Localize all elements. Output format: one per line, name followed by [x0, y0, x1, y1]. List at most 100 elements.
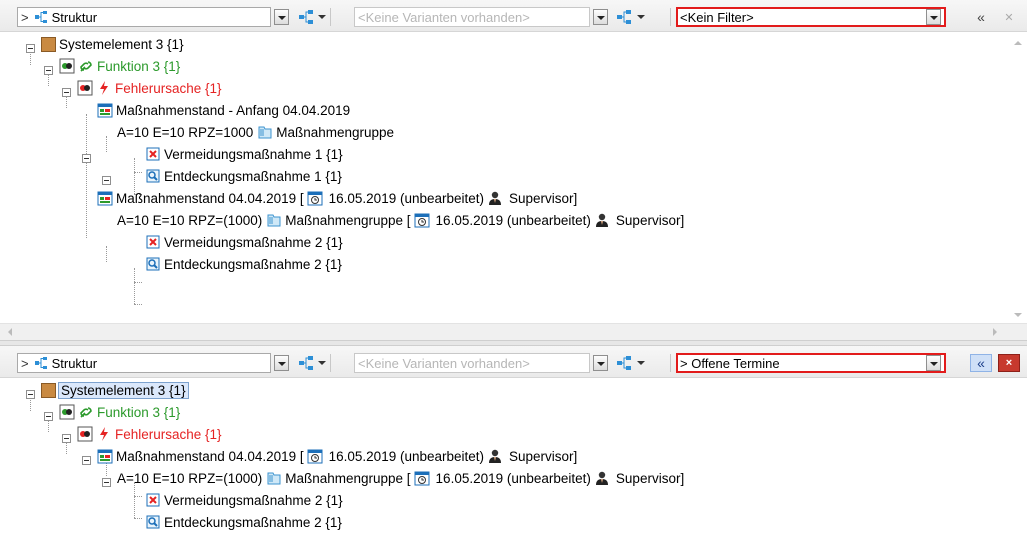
collapse-node-button[interactable]: [102, 176, 111, 185]
collapse-node-button[interactable]: [62, 434, 71, 443]
node-label: Funktion 3 {1}: [97, 58, 181, 74]
variant-label: <Keine Varianten vorhanden>: [358, 355, 530, 371]
variant-dropdown-button[interactable]: [593, 355, 608, 371]
calendar-icon: [97, 191, 113, 206]
chevron-down-icon[interactable]: [318, 361, 326, 365]
tree-node-measure-group[interactable]: A=10 E=10 RPZ=(1000) Maßnahmengruppe [ 1…: [117, 209, 684, 231]
variant-dropdown-button[interactable]: [593, 9, 608, 25]
function-link-icon: [80, 407, 92, 418]
collapse-node-button[interactable]: [82, 456, 91, 465]
collapse-button[interactable]: «: [970, 8, 992, 26]
node-label: Maßnahmenstand 04.04.2019 [: [116, 190, 304, 206]
tree-node-prevention[interactable]: Vermeidungsmaßnahme 2 {1}: [145, 231, 343, 253]
tree-node-system-element[interactable]: Systemelement 3 {1}: [41, 33, 184, 55]
prevention-x-icon: [146, 493, 160, 507]
tree-node-cause[interactable]: Fehlerursache {1}: [77, 77, 222, 99]
filter-dropdown-button[interactable]: [926, 355, 941, 371]
view-dropdown-button[interactable]: [274, 9, 289, 25]
scroll-right-arrow-icon[interactable]: [993, 328, 997, 336]
user-icon: [489, 449, 502, 463]
folder-icon: [267, 214, 281, 227]
calendar-clock-icon: [414, 213, 430, 228]
variant-combo[interactable]: <Keine Varianten vorhanden>: [354, 353, 590, 373]
lightning-icon: [100, 81, 108, 95]
detection-magnifier-icon: [146, 169, 160, 183]
prevention-x-icon: [146, 235, 160, 249]
node-label: Systemelement 3 {1}: [59, 36, 184, 52]
collapse-node-button[interactable]: [44, 66, 53, 75]
tree-node-measure-state[interactable]: Maßnahmenstand - Anfang 04.04.2019: [97, 99, 350, 121]
horizontal-scrollbar[interactable]: [0, 323, 1027, 340]
vertical-scrollbar[interactable]: [1010, 33, 1027, 323]
tree-node-prevention[interactable]: Vermeidungsmaßnahme 2 {1}: [145, 489, 343, 511]
tree-structure-icon[interactable]: [616, 9, 632, 25]
toolbar-separator: [330, 8, 331, 26]
node-label: Funktion 3 {1}: [97, 404, 181, 420]
filter-combo[interactable]: > Offene Termine: [676, 353, 946, 373]
node-label: Vermeidungsmaßnahme 1 {1}: [164, 146, 343, 162]
lightning-icon: [100, 427, 108, 441]
tree-node-detection[interactable]: Entdeckungsmaßnahme 1 {1}: [145, 165, 342, 187]
variant-combo[interactable]: <Keine Varianten vorhanden>: [354, 7, 590, 27]
collapse-node-button[interactable]: [62, 88, 71, 97]
user-label: Supervisor]: [509, 190, 578, 206]
collapse-node-button[interactable]: [26, 390, 35, 399]
function-link-icon: [80, 61, 92, 72]
chevron-down-icon[interactable]: [637, 15, 645, 19]
tree-node-measure-state[interactable]: Maßnahmenstand 04.04.2019 [ 16.05.2019 (…: [97, 187, 577, 209]
user-icon: [595, 471, 608, 485]
detection-magnifier-icon: [146, 515, 160, 529]
top-toolbar: > Struktur <Keine Varianten vorhanden> <…: [0, 0, 1027, 32]
collapse-node-button[interactable]: [102, 478, 111, 487]
tree-node-function[interactable]: Funktion 3 {1}: [59, 55, 180, 77]
tree-node-detection[interactable]: Entdeckungsmaßnahme 2 {1}: [145, 253, 342, 275]
node-label: A=10 E=10 RPZ=(1000): [117, 470, 263, 486]
user-icon: [489, 191, 502, 205]
tree-node-measure-group[interactable]: A=10 E=10 RPZ=1000 Maßnahmengruppe: [117, 121, 394, 143]
node-label: Entdeckungsmaßnahme 1 {1}: [164, 168, 342, 184]
tree-node-detection[interactable]: Entdeckungsmaßnahme 2 {1}: [145, 511, 342, 533]
tree-node-cause[interactable]: Fehlerursache {1}: [77, 423, 222, 445]
variant-label: <Keine Varianten vorhanden>: [358, 9, 530, 25]
filter-dropdown-button[interactable]: [926, 9, 941, 25]
scroll-left-arrow-icon[interactable]: [8, 328, 12, 336]
view-combo[interactable]: > Struktur: [17, 353, 271, 373]
filter-label: > Offene Termine: [680, 355, 780, 371]
calendar-icon: [97, 103, 113, 118]
collapse-node-button[interactable]: [26, 44, 35, 53]
tree-node-function[interactable]: Funktion 3 {1}: [59, 401, 180, 423]
node-label: Maßnahmenstand 04.04.2019 [: [116, 448, 304, 464]
node-label: Entdeckungsmaßnahme 2 {1}: [164, 256, 342, 272]
node-label: Entdeckungsmaßnahme 2 {1}: [164, 514, 342, 530]
tree-node-system-element[interactable]: Systemelement 3 {1}: [41, 379, 189, 401]
date-label: 16.05.2019 (unbearbeitet): [328, 190, 485, 206]
bottom-toolbar: > Struktur <Keine Varianten vorhanden> >…: [0, 346, 1027, 378]
collapse-node-button[interactable]: [82, 154, 91, 163]
tree-line: [134, 172, 142, 173]
tree-structure-icon[interactable]: [298, 9, 314, 25]
collapse-node-button[interactable]: [44, 412, 53, 421]
collapse-button[interactable]: «: [970, 354, 992, 372]
tree-node-measure-group[interactable]: A=10 E=10 RPZ=(1000) Maßnahmengruppe [ 1…: [117, 467, 684, 489]
view-combo[interactable]: > Struktur: [17, 7, 271, 27]
tree-structure-icon: [34, 11, 47, 23]
tree-structure-icon[interactable]: [298, 355, 314, 371]
chevron-down-icon[interactable]: [318, 15, 326, 19]
cause-box-icon: [77, 80, 93, 96]
tree-node-measure-state[interactable]: Maßnahmenstand 04.04.2019 [ 16.05.2019 (…: [97, 445, 577, 467]
tree-line: [134, 268, 135, 304]
close-button[interactable]: ×: [998, 354, 1020, 372]
tree-node-prevention[interactable]: Vermeidungsmaßnahme 1 {1}: [145, 143, 343, 165]
scroll-up-arrow-icon[interactable]: [1014, 41, 1022, 45]
tree-line: [134, 304, 142, 305]
tree-structure-icon[interactable]: [616, 355, 632, 371]
toolbar-separator: [330, 354, 331, 372]
toolbar-separator: [670, 8, 671, 26]
prevention-x-icon: [146, 147, 160, 161]
node-label: Fehlerursache {1}: [115, 80, 222, 96]
scroll-down-arrow-icon[interactable]: [1014, 313, 1022, 317]
close-button[interactable]: ✕: [998, 8, 1020, 26]
view-dropdown-button[interactable]: [274, 355, 289, 371]
filter-combo[interactable]: <Kein Filter>: [676, 7, 946, 27]
chevron-down-icon[interactable]: [637, 361, 645, 365]
